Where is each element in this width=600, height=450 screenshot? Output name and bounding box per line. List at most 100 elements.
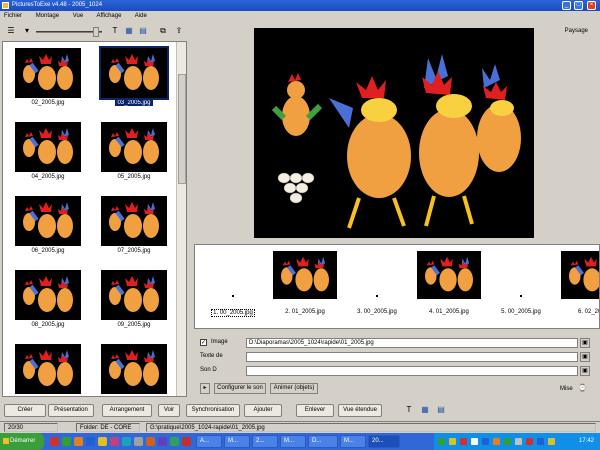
timeline-slide[interactable]: 5. 00_2005.jpg [487, 251, 555, 315]
thumbnail-item[interactable] [13, 344, 83, 396]
browse-image-icon[interactable]: ▣ [580, 338, 590, 348]
scrollbar-thumb[interactable] [178, 74, 186, 184]
quick-launch-icon[interactable] [62, 437, 71, 446]
taskbar-window-button[interactable]: D... [308, 435, 338, 448]
thumbnail-image [101, 196, 167, 246]
configure-sound-button[interactable]: Configurer le son [214, 383, 266, 394]
tray-icon[interactable] [493, 438, 500, 445]
view-options-icon[interactable]: ☰ [6, 26, 16, 36]
view-button[interactable]: Voir [158, 404, 180, 417]
remove-button[interactable]: Enlever [296, 404, 334, 417]
tray-icon[interactable] [460, 438, 467, 445]
create-button[interactable]: Créer [4, 404, 46, 417]
quick-launch-icon[interactable] [98, 437, 107, 446]
thumbnail-item[interactable]: 04_2005.jpg [13, 122, 83, 180]
taskbar-window-button[interactable]: 2... [252, 435, 278, 448]
thumbnail-panel[interactable]: 02_2005.jpg 03_2005.jpg 04_2005.jpg 05_2005… [2, 41, 187, 397]
grid-view-icon[interactable]: ▦ [124, 26, 134, 36]
taskbar-window-button[interactable]: M... [224, 435, 250, 448]
list-view-icon[interactable]: ▤ [138, 26, 148, 36]
sound-options-icon[interactable]: ▸ [200, 383, 210, 394]
quick-launch-icon[interactable] [182, 437, 191, 446]
menu-montage[interactable]: Montage [36, 13, 59, 19]
thumbnail-item[interactable]: 06_2005.jpg [13, 196, 83, 254]
menu-aide[interactable]: Aide [135, 13, 147, 19]
sound-input[interactable] [246, 366, 578, 376]
add-button[interactable]: Ajouter [244, 404, 282, 417]
tray-icon[interactable] [526, 438, 533, 445]
image-checkbox[interactable]: ✓ [200, 339, 207, 346]
tray-icon[interactable] [482, 438, 489, 445]
thumbnail-scrollbar[interactable] [176, 42, 186, 396]
quick-launch-icon[interactable] [146, 437, 155, 446]
slide-timeline[interactable]: 1. 00_2005.jpg 2. 01_2005.jpg 3. 00_2005.j… [194, 244, 600, 329]
text-tool-icon[interactable]: T [404, 405, 414, 415]
thumbnail-image [99, 46, 169, 100]
timeline-slide[interactable]: 2. 01_2005.jpg [271, 251, 339, 315]
thumbnail-item[interactable]: 02_2005.jpg [13, 48, 83, 106]
taskbar-window-button[interactable]: A... [196, 435, 222, 448]
tray-icon[interactable] [548, 438, 555, 445]
timer-icon[interactable]: ⌚ [578, 384, 587, 392]
tray-icon[interactable] [438, 438, 445, 445]
timeline-slide[interactable]: 1. 00_2005.jpg [199, 251, 267, 317]
start-button[interactable]: Démarrer [0, 433, 44, 450]
timeline-slide[interactable]: 6. 02_2005 [559, 251, 599, 315]
extended-view-button[interactable]: Vue étendue [338, 404, 382, 417]
thumbnail-item[interactable]: 03_2005.jpg [99, 46, 169, 106]
list-tool-icon[interactable]: ▤ [436, 405, 446, 415]
minimize-button[interactable]: _ [562, 1, 571, 10]
synchronisation-button[interactable]: Synchronisation [186, 404, 240, 417]
menu-affichage[interactable]: Affichage [97, 13, 122, 19]
close-button[interactable]: × [587, 1, 596, 10]
taskbar-window-button[interactable]: M... [280, 435, 306, 448]
quick-launch-icon[interactable] [86, 437, 95, 446]
thumbnail-item[interactable]: 07_2005.jpg [99, 196, 169, 254]
timeline-slide-label: 5. 00_2005.jpg [501, 309, 541, 315]
timeline-slide[interactable]: 3. 00_2005.jpg [343, 251, 411, 315]
quick-launch-icon[interactable] [134, 437, 143, 446]
copy-icon[interactable]: ⧉ [158, 26, 168, 36]
comment-row: Texte de ▣ [198, 352, 592, 363]
taskbar-window-button[interactable]: 20... [368, 435, 400, 448]
maximize-button[interactable]: □ [574, 1, 583, 10]
comment-input[interactable] [246, 352, 578, 362]
quick-launch-icon[interactable] [158, 437, 167, 446]
tray-icon[interactable] [471, 438, 478, 445]
tray-icon[interactable] [449, 438, 456, 445]
quick-launch-icon[interactable] [74, 437, 83, 446]
status-count: 20/30 [4, 423, 58, 432]
quick-launch-icon[interactable] [110, 437, 119, 446]
browse-sound-icon[interactable]: ▣ [580, 366, 590, 376]
text-icon[interactable]: T [110, 26, 120, 36]
quick-launch-icon[interactable] [50, 437, 59, 446]
presentation-button[interactable]: Présentation [48, 404, 94, 417]
timeline-slide[interactable]: 4. 01_2005.jpg [415, 251, 483, 315]
thumbnail-item[interactable]: 08_2005.jpg [13, 270, 83, 328]
tray-icon[interactable] [537, 438, 544, 445]
thumbnail-item[interactable] [99, 344, 169, 396]
tray-icon[interactable] [515, 438, 522, 445]
thumbnail-item[interactable]: 05_2005.jpg [99, 122, 169, 180]
grid-tool-icon[interactable]: ▦ [420, 405, 430, 415]
thumbnail-image [101, 344, 167, 394]
thumbnail-image [101, 122, 167, 172]
comment-edit-icon[interactable]: ▣ [580, 352, 590, 362]
thumbnail-item[interactable]: 09_2005.jpg [99, 270, 169, 328]
export-icon[interactable]: ⇪ [174, 26, 184, 36]
quick-launch-icon[interactable] [122, 437, 131, 446]
taskbar-window-button[interactable]: M... [340, 435, 366, 448]
tray-icon[interactable] [504, 438, 511, 445]
timeline-slide-image [417, 251, 481, 299]
menu-fichier[interactable]: Fichier [4, 13, 22, 19]
timeline-slide-image [201, 251, 265, 299]
timeline-slide-image [561, 251, 599, 299]
animate-objects-button[interactable]: Animer (objets) [270, 383, 318, 394]
thumbnail-image [15, 196, 81, 246]
zoom-icon[interactable]: ▾ [22, 26, 32, 36]
arrangement-button[interactable]: Arrangement [102, 404, 152, 417]
menu-vue[interactable]: Vue [73, 13, 83, 19]
image-path-input[interactable]: D:\Diaporamas\2005_1024\rapide\01_2005.j… [246, 338, 578, 348]
quick-launch-icon[interactable] [170, 437, 179, 446]
slider-thumb[interactable] [93, 27, 99, 37]
